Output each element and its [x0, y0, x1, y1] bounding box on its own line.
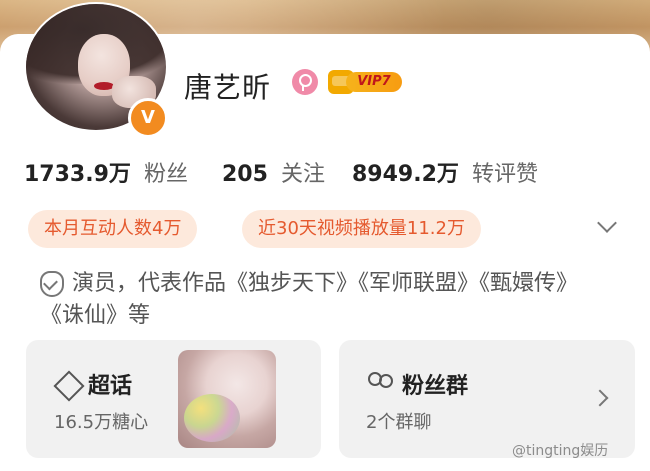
stat-value: 8949.2万: [352, 162, 459, 187]
pill-monthly-interactions[interactable]: 本月互动人数4万: [28, 210, 198, 248]
fan-group-subtitle: 2个群聊: [366, 412, 432, 433]
stat-label: 转评赞: [472, 162, 539, 187]
super-topic-thumbnail[interactable]: [178, 350, 276, 448]
flower-bouquet: [184, 394, 240, 442]
stat-value: 205: [222, 162, 268, 187]
verified-v-icon: V: [128, 98, 168, 138]
profile-name: 唐艺昕: [184, 71, 272, 104]
profile-stats: 1733.9万 粉丝 205 关注 8949.2万 转评赞: [24, 156, 624, 192]
watermark: @tingting娱历: [512, 443, 609, 459]
people-icon: [366, 370, 396, 398]
chevron-right-icon[interactable]: [592, 388, 608, 410]
vip-label: VIP7: [346, 72, 402, 92]
diamond-icon: [54, 372, 84, 396]
vip-badge[interactable]: VIP7: [328, 70, 402, 94]
avatar-lips: [94, 82, 114, 90]
verification-text: 演员，代表作品《独步天下》《军师联盟》《甄嬛传》《诛仙》等: [40, 271, 579, 328]
stat-fans[interactable]: 1733.9万 粉丝: [24, 156, 188, 188]
fan-group-title: 粉丝群: [402, 374, 469, 399]
stat-label: 关注: [281, 162, 326, 187]
stat-label: 粉丝: [144, 162, 189, 187]
pill-30day-video-views[interactable]: 近30天视频播放量11.2万: [242, 210, 481, 248]
super-topic-title: 超话: [88, 374, 133, 399]
female-icon: [292, 69, 318, 95]
stat-following[interactable]: 205 关注: [222, 156, 325, 188]
stat-value: 1733.9万: [24, 162, 131, 187]
super-topic-subtitle: 16.5万糖心: [54, 412, 149, 433]
chevron-down-icon[interactable]: [596, 214, 618, 236]
stat-reposts-comments-likes[interactable]: 8949.2万 转评赞: [352, 156, 538, 188]
